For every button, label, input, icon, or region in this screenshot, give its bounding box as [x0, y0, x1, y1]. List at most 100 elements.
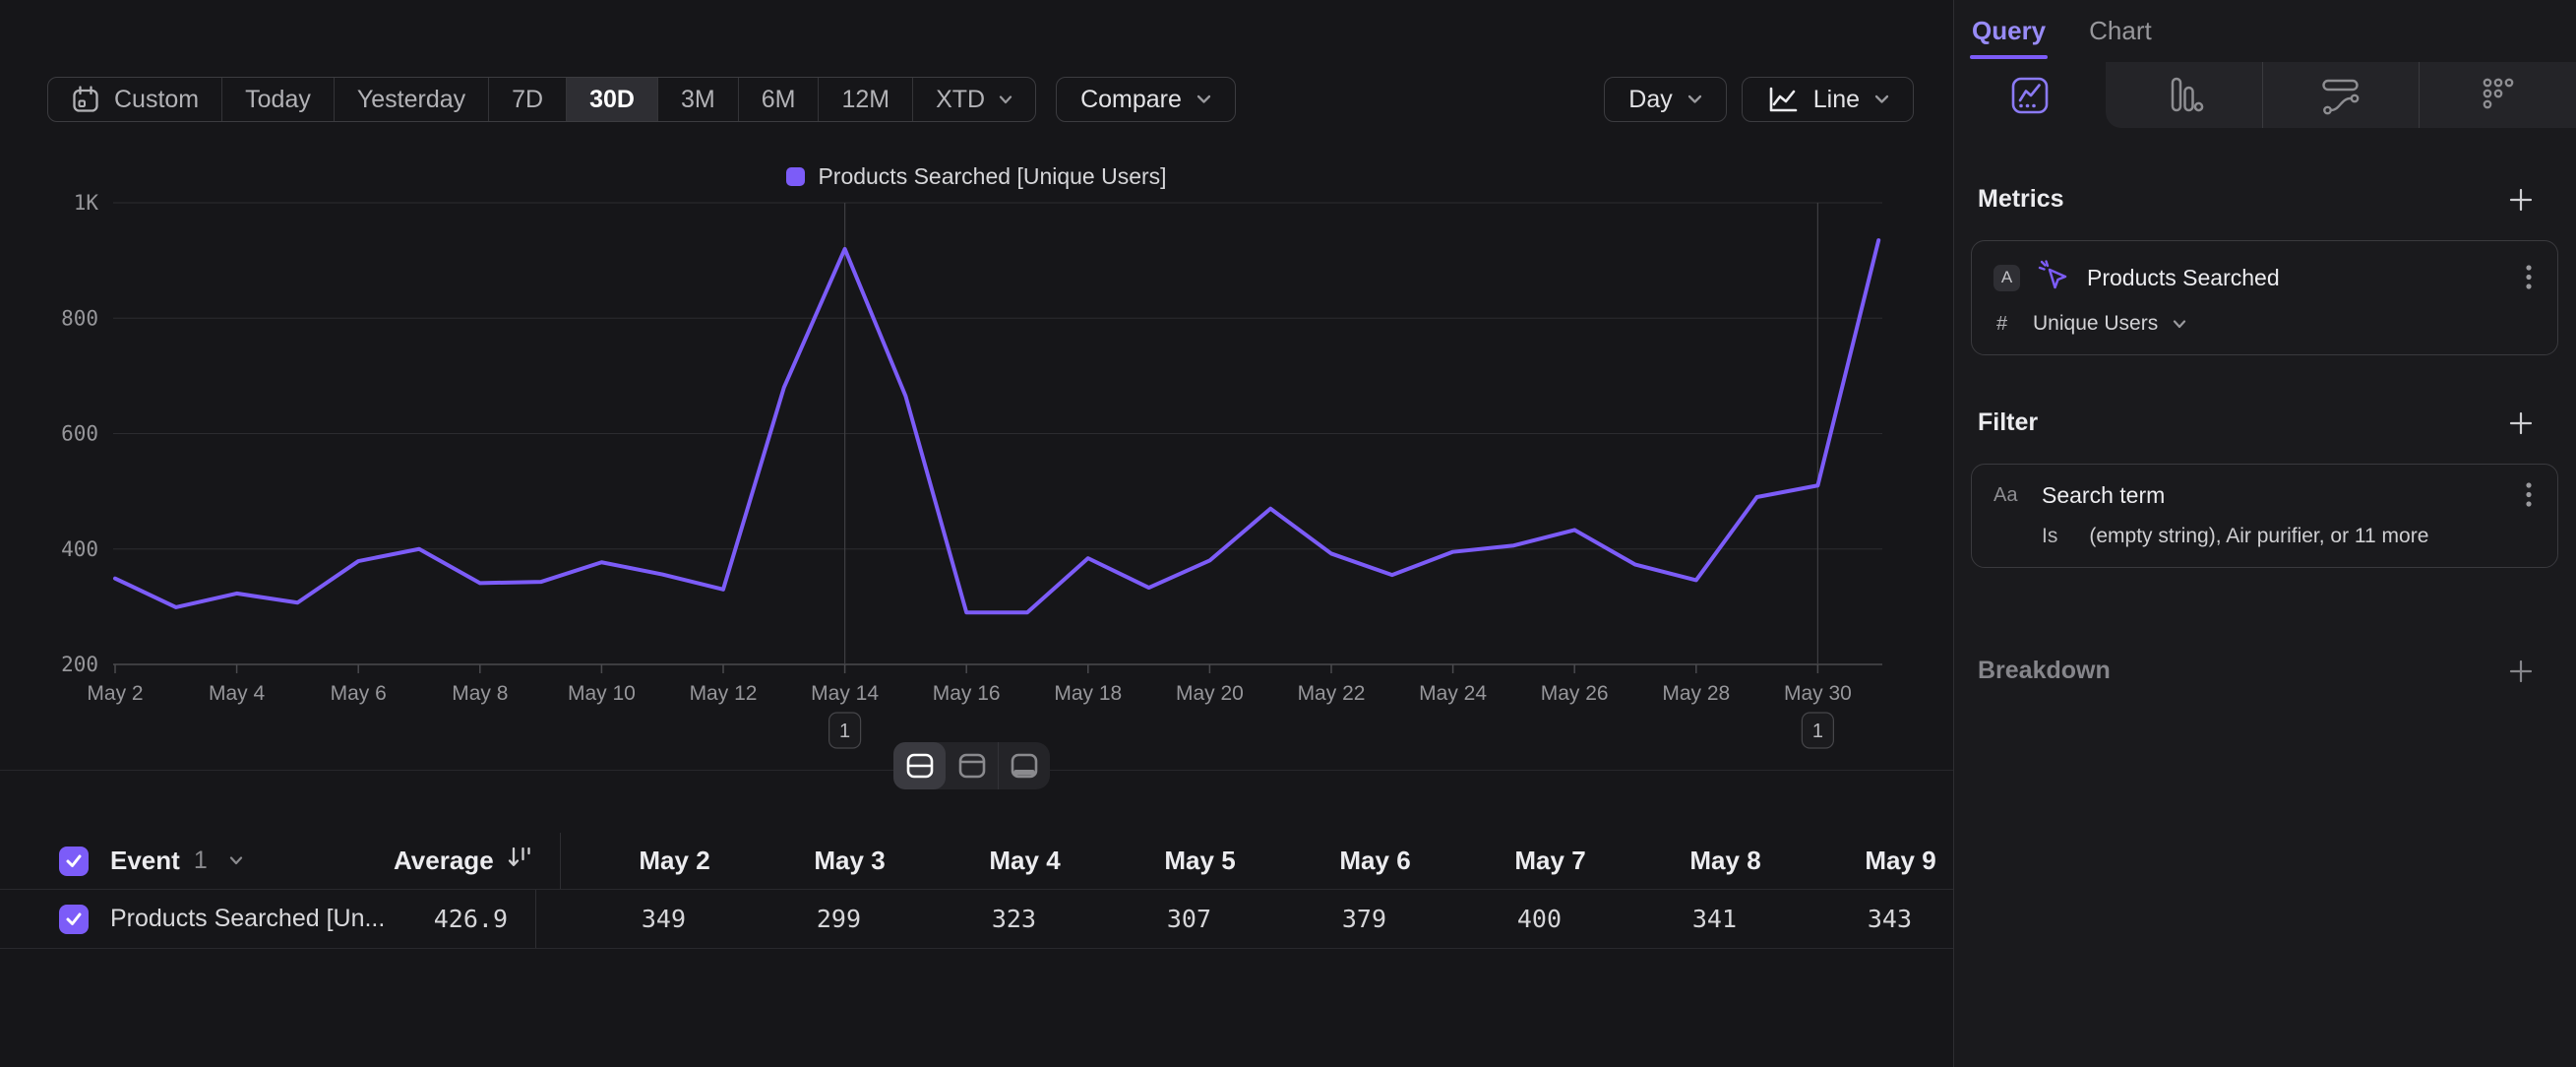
annotation-badge-label: 1	[1812, 721, 1823, 742]
range-custom[interactable]: Custom	[48, 78, 222, 121]
interval-label: Day	[1628, 86, 1672, 114]
chevron-down-icon[interactable]	[229, 856, 243, 865]
date-range-group: Custom Today Yesterday7D30D 3M 6M 12M XTD	[47, 77, 1036, 122]
flow-chart-icon	[2318, 73, 2363, 118]
series-checkbox[interactable]	[59, 905, 89, 934]
filter-property-name[interactable]: Search term	[2042, 482, 2165, 509]
y-axis-label: 1K	[74, 193, 99, 215]
x-axis-label: May 20	[1176, 682, 1244, 705]
measure-selector[interactable]: Unique Users	[2033, 312, 2158, 336]
add-filter-button[interactable]	[2507, 409, 2535, 437]
x-axis-label: May 10	[568, 682, 636, 705]
y-axis-label: 200	[61, 653, 98, 676]
query-panel: Query Chart Metrics	[1953, 0, 2576, 1067]
filter-value: (empty string), Air purifier, or 11 more	[2089, 525, 2428, 548]
x-axis-label: May 28	[1662, 682, 1730, 705]
day-column-header: May 6	[1261, 833, 1437, 889]
table-view-icon	[1010, 752, 1039, 780]
filter-section-header: Filter	[1978, 408, 2535, 437]
day-column-header: May 8	[1612, 833, 1787, 889]
series-name: Products Searched [Un...	[110, 905, 385, 933]
filter-condition[interactable]: Is (empty string), Air purifier, or 11 m…	[1993, 525, 2536, 548]
breakdown-title: Breakdown	[1978, 657, 2111, 685]
range-today[interactable]: Today	[222, 78, 335, 121]
day-value-cell: 307	[1062, 890, 1237, 948]
average-column-label: Average	[394, 846, 494, 876]
split-view-button[interactable]	[893, 742, 946, 789]
metric-event-name[interactable]: Products Searched	[2087, 265, 2280, 291]
x-axis-label: May 16	[933, 682, 1001, 705]
range-xtd[interactable]: XTD	[913, 78, 1035, 121]
tab-chart[interactable]: Chart	[2087, 0, 2154, 62]
panel-tabs: Query Chart	[1954, 0, 2576, 62]
day-column-header: May 5	[1086, 833, 1261, 889]
range-yesterday[interactable]: Yesterday	[335, 78, 489, 121]
range-label: 3M	[681, 86, 715, 114]
x-axis-label: May 26	[1541, 682, 1609, 705]
tab-bar-chart[interactable]	[2106, 62, 2262, 128]
x-axis-label: May 4	[209, 682, 266, 705]
split-view-icon	[905, 752, 935, 780]
tab-flow-chart[interactable]	[2262, 62, 2420, 128]
results-table: Event 1 Average May 2May 3May 4May 5May …	[0, 833, 1953, 949]
day-value-cell: 400	[1412, 890, 1587, 948]
x-axis-label: May 2	[87, 682, 143, 705]
kebab-menu-icon[interactable]	[2526, 264, 2536, 291]
legend-label: Products Searched [Unique Users]	[818, 163, 1166, 190]
range-label: 6M	[762, 86, 796, 114]
sort-icon[interactable]	[506, 845, 532, 877]
plus-icon	[2507, 409, 2535, 437]
add-metric-button[interactable]	[2507, 186, 2535, 214]
line-chart[interactable]: 1K80060040020011May 2May 4May 6May 8May …	[39, 193, 1914, 764]
series-line[interactable]	[115, 240, 1878, 612]
kebab-menu-icon[interactable]	[2526, 481, 2536, 509]
layout-toggle-group	[893, 742, 1050, 789]
metrics-title: Metrics	[1978, 185, 2064, 214]
event-column-label: Event	[110, 846, 180, 876]
line-chart-icon	[1766, 85, 1799, 114]
day-column-header: May 9	[1787, 833, 1962, 889]
chart-type-label: Line	[1813, 86, 1860, 114]
x-axis-label: May 30	[1784, 682, 1852, 705]
chevron-down-icon[interactable]	[2173, 320, 2186, 329]
table-header-row: Event 1 Average May 2May 3May 4May 5May …	[0, 833, 1953, 890]
range-label: 12M	[841, 86, 889, 114]
chart-view-button[interactable]	[946, 742, 998, 789]
metric-letter-badge: A	[1993, 265, 2020, 291]
legend-swatch	[786, 167, 805, 186]
main-area: Custom Today Yesterday7D30D 3M 6M 12M XTD Comp…	[0, 0, 1953, 1067]
range-label: Today	[245, 86, 311, 114]
property-type-badge: Aa	[1993, 484, 2025, 507]
inactive-chart-type-tabs	[2106, 62, 2576, 128]
table-view-button[interactable]	[998, 742, 1050, 789]
compare-button[interactable]: Compare	[1056, 77, 1236, 122]
x-axis-label: May 14	[811, 682, 879, 705]
average-value: 426.9	[434, 905, 508, 933]
range-6m[interactable]: 6M	[739, 78, 820, 121]
range-12m[interactable]: 12M	[819, 78, 913, 121]
y-axis-label: 800	[61, 306, 98, 330]
interval-button[interactable]: Day	[1604, 77, 1726, 122]
calendar-icon	[71, 85, 100, 114]
event-count: 1	[194, 847, 208, 875]
metric-card: A Products Searched # Unique Users	[1971, 240, 2558, 355]
filter-card: Aa Search term Is (empty string), Air pu…	[1971, 464, 2558, 568]
check-icon	[65, 911, 83, 926]
chart-legend[interactable]: Products Searched [Unique Users]	[0, 161, 1953, 191]
dots-grid-icon	[2476, 73, 2521, 118]
tab-line-chart[interactable]	[1954, 62, 2106, 128]
range-30d[interactable]: 30D	[567, 78, 658, 121]
add-breakdown-button[interactable]	[2507, 658, 2535, 685]
range-7d[interactable]: 7D	[489, 78, 567, 121]
chevron-down-icon	[1687, 94, 1702, 104]
tab-more-chart-types[interactable]	[2419, 62, 2576, 128]
chart-type-button[interactable]: Line	[1742, 77, 1914, 122]
event-checkbox[interactable]	[59, 847, 89, 876]
chevron-down-icon	[1196, 94, 1211, 104]
range-3m[interactable]: 3M	[658, 78, 739, 121]
tab-query[interactable]: Query	[1970, 0, 2048, 62]
cursor-click-icon	[2037, 258, 2070, 297]
plus-icon	[2507, 658, 2535, 685]
filter-operator: Is	[2042, 525, 2057, 548]
day-value-cell: 341	[1587, 890, 1762, 948]
